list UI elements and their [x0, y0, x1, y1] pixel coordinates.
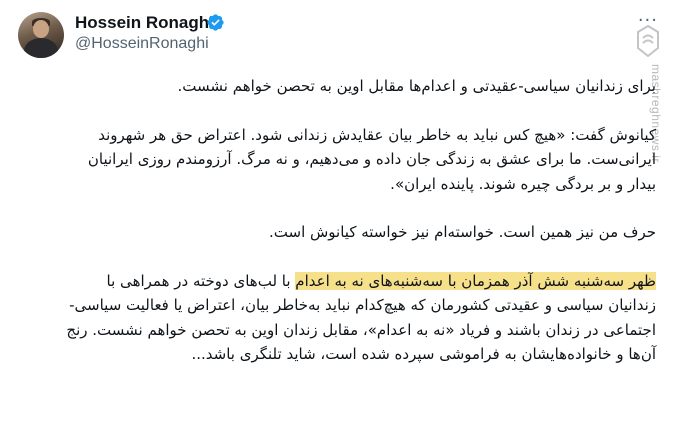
author-handle[interactable]: @HosseinRonaghi	[75, 35, 209, 53]
tweet-text: برای زندانیان سیاسی-عقیدتی و اعدام‌ها مق…	[60, 74, 656, 367]
tweet-paragraph-3: حرف من نیز همین است. خواسته‌ام نیز خواست…	[269, 223, 656, 241]
author-name[interactable]: Hossein Ronaghi	[75, 13, 214, 33]
tweet-paragraph-2: کیانوش گفت: «هیچ کس نباید به خاطر بیان ع…	[87, 125, 656, 193]
tweet-paragraph-4: ظهر سه‌شنبه شش آذر همزمان با سه‌شنبه‌های…	[60, 269, 656, 367]
watermark-logo-icon	[637, 24, 659, 58]
verified-badge-icon	[207, 14, 224, 31]
tweet-header: Hossein Ronaghi @HosseinRonaghi ···	[18, 10, 658, 60]
author-avatar[interactable]	[18, 12, 64, 58]
tweet-paragraph-1: برای زندانیان سیاسی-عقیدتی و اعدام‌ها مق…	[177, 77, 656, 95]
highlighted-text: ظهر سه‌شنبه شش آذر همزمان با سه‌شنبه‌های…	[295, 271, 656, 290]
